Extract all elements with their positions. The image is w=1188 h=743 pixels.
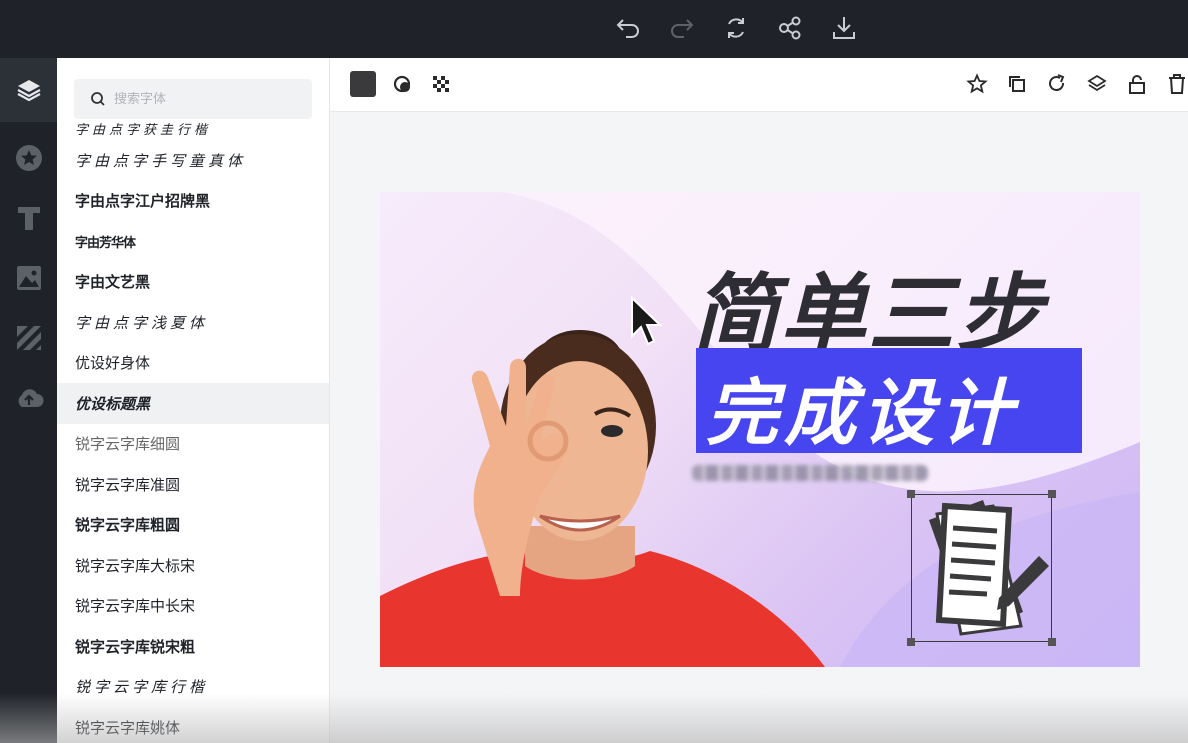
copy-icon: [1009, 76, 1025, 92]
font-item[interactable]: 锐字云字库锐宋粗: [57, 626, 329, 667]
font-panel: 字由点字获圭行楷字由点字手写童真体字由点字江户招牌黑字由芳华体字由文艺黑字由点字…: [57, 58, 330, 743]
share-icon: [779, 16, 801, 40]
font-item[interactable]: 锐字云字库准圆: [57, 464, 329, 505]
left-rail: [0, 58, 57, 743]
refresh-button[interactable]: [720, 12, 752, 44]
redo-button[interactable]: [666, 12, 698, 44]
search-input[interactable]: [114, 91, 294, 107]
image-icon: [16, 266, 41, 290]
resize-handle-tl[interactable]: [907, 490, 915, 498]
rail-text[interactable]: [0, 188, 57, 248]
font-item[interactable]: 锐字云字库大标宋: [57, 545, 329, 586]
background-icon: [16, 326, 41, 350]
text-icon: [17, 207, 40, 230]
layer-icon: [1087, 74, 1107, 92]
lock-icon: [1129, 75, 1145, 94]
history-actions: [612, 12, 860, 44]
font-item[interactable]: 字由点字江户招牌黑: [57, 181, 329, 222]
delete-icon: [1169, 74, 1185, 94]
font-item[interactable]: 字由文艺黑: [57, 262, 329, 303]
star-icon: [15, 145, 42, 171]
rail-image[interactable]: [0, 248, 57, 308]
font-item[interactable]: 优设好身体: [57, 343, 329, 384]
font-item[interactable]: 锐字云字库姚体: [57, 707, 329, 743]
mouse-cursor-icon: [631, 296, 663, 346]
copy-button[interactable]: [1006, 71, 1028, 97]
workspace: 简单三步 完成设计: [330, 58, 1188, 743]
layer-button[interactable]: [1086, 71, 1108, 97]
font-item[interactable]: 锐字云字库行楷: [57, 667, 329, 708]
lock-button[interactable]: [1126, 71, 1148, 97]
font-item[interactable]: 锐字云字库细圆: [57, 424, 329, 465]
rail-upload[interactable]: [0, 368, 57, 428]
delete-button[interactable]: [1166, 71, 1188, 97]
color-swatch[interactable]: [350, 71, 376, 97]
resize-handle-br[interactable]: [1048, 638, 1056, 646]
selection-box[interactable]: [907, 490, 1056, 646]
resize-handle-bl[interactable]: [907, 638, 915, 646]
transparency-icon[interactable]: [430, 73, 452, 95]
design-canvas[interactable]: 简单三步 完成设计: [380, 192, 1140, 667]
font-item[interactable]: 字由芳华体: [57, 221, 329, 262]
refresh-icon: [728, 18, 744, 38]
font-item[interactable]: 锐字云字库粗圆: [57, 505, 329, 546]
canvas-subline[interactable]: 完成设计: [706, 354, 1018, 459]
font-item[interactable]: 字由点字浅夏体: [57, 302, 329, 343]
font-item[interactable]: 锐字云字库中长宋: [57, 586, 329, 627]
resize-handle-tr[interactable]: [1048, 490, 1056, 498]
upload-icon: [18, 389, 43, 407]
rotate-icon: [1049, 74, 1065, 91]
top-bar: [0, 0, 1188, 58]
element-toolbar: [330, 58, 1188, 112]
favorite-button[interactable]: [966, 71, 988, 97]
font-item[interactable]: 优设标题黑: [57, 383, 329, 424]
download-icon: [833, 17, 855, 39]
redo-icon: [671, 19, 694, 38]
search-icon: [91, 92, 105, 106]
download-button[interactable]: [828, 12, 860, 44]
share-button[interactable]: [774, 12, 806, 44]
font-item[interactable]: 字由点字获圭行楷: [57, 120, 329, 140]
font-search[interactable]: [74, 79, 312, 119]
layers-icon: [16, 80, 41, 102]
rotate-button[interactable]: [1046, 71, 1068, 97]
rail-layers[interactable]: [0, 58, 57, 122]
font-item[interactable]: 字由点字手写童真体: [57, 140, 329, 181]
rail-background[interactable]: [0, 308, 57, 368]
undo-icon: [616, 19, 639, 38]
canvas-blurred-caption: [692, 465, 928, 481]
favorite-icon: [966, 73, 988, 94]
rail-favorites[interactable]: [0, 128, 57, 188]
undo-button[interactable]: [612, 12, 644, 44]
shape-icon[interactable]: [392, 73, 414, 95]
font-list: 字由点字获圭行楷 字由点字手写童真体 字由点字江户招牌黑 字由芳华体 字由文艺黑 字由点字…: [57, 120, 329, 743]
